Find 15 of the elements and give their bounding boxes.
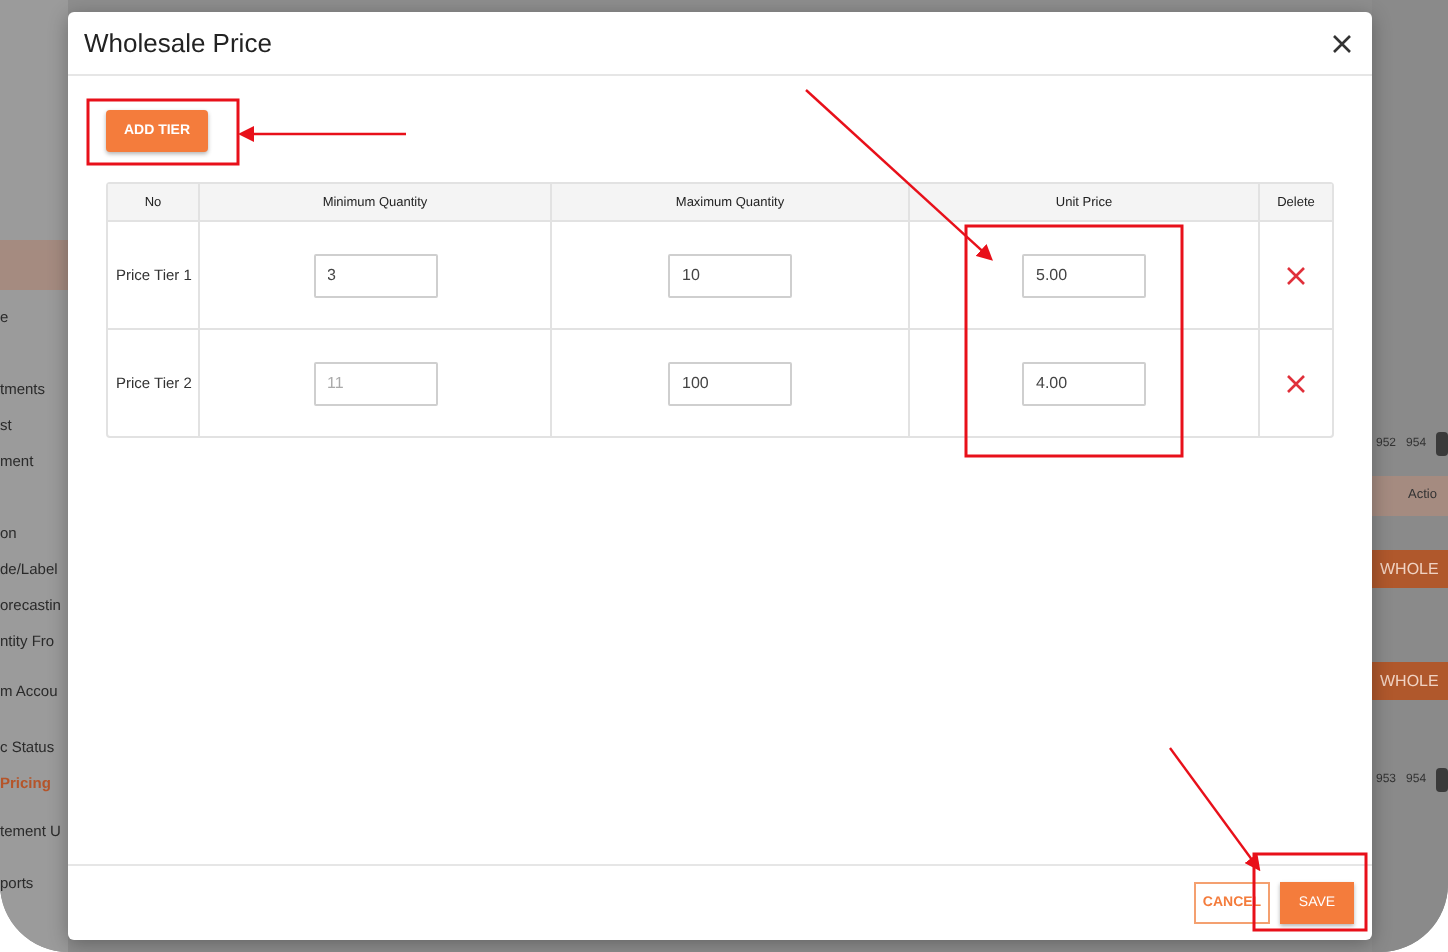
input-field[interactable]: 100 — [668, 361, 792, 405]
delete-icon[interactable] — [1286, 373, 1306, 393]
delete-icon[interactable] — [1286, 265, 1306, 285]
input-field[interactable]: 5.00 — [1022, 253, 1146, 297]
wholesale-button[interactable]: WHOLE — [1372, 662, 1448, 700]
pager-button[interactable] — [1436, 768, 1448, 792]
pager-button[interactable] — [1436, 432, 1448, 456]
sidebar-highlight-bar — [0, 240, 68, 290]
wholesale-button[interactable]: WHOLE — [1372, 550, 1448, 588]
close-icon[interactable] — [1332, 33, 1352, 53]
dialog-title: Wholesale Price — [84, 28, 272, 58]
annotation-arrow — [1169, 747, 1261, 872]
input-field[interactable]: 4.00 — [1022, 361, 1146, 405]
input-field[interactable]: 3 — [313, 253, 437, 297]
input-field[interactable]: 10 — [668, 253, 792, 297]
